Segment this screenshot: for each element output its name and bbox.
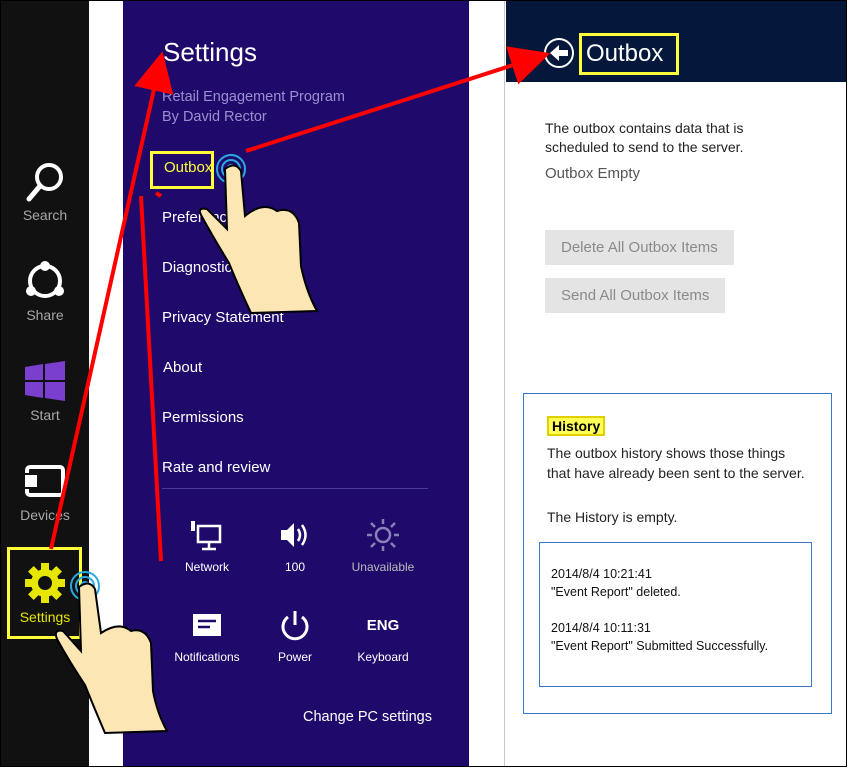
settings-title: Settings [163, 37, 257, 67]
history-title: History [547, 416, 606, 436]
devices-icon [23, 465, 65, 497]
log-timestamp: 2014/8/4 10:11:31 [551, 621, 651, 635]
menu-item-preferences[interactable]: Preferences [162, 209, 243, 226]
quick-setting-network[interactable]: Network [162, 516, 252, 574]
notifications-label: Notifications [174, 650, 240, 664]
menu-item-diagnostics[interactable]: Diagnostics [162, 259, 240, 276]
volume-label: 100 [284, 560, 306, 574]
charm-search-label: Search [22, 207, 68, 223]
log-entry: 2014/8/4 10:11:31 "Event Report" Submitt… [551, 619, 768, 655]
history-description: The outbox history shows those things th… [547, 445, 805, 481]
menu-item-rate-and-review[interactable]: Rate and review [162, 459, 270, 476]
app-name: Retail Engagement Program [162, 89, 345, 105]
outbox-title-highlight [579, 33, 679, 75]
quick-setting-volume[interactable]: 100 [250, 516, 340, 574]
charm-devices[interactable]: Devices [1, 459, 89, 539]
log-message: "Event Report" Submitted Successfully. [551, 639, 769, 653]
send-all-outbox-items-button[interactable]: Send All Outbox Items [545, 278, 726, 313]
charm-devices-label: Devices [20, 507, 70, 523]
outbox-flyout: Outbox The outbox contains data that is … [506, 1, 846, 766]
settings-highlight [7, 547, 82, 639]
gap-strip-2 [469, 1, 505, 766]
charm-search[interactable]: Search [1, 159, 89, 239]
search-icon [26, 163, 63, 202]
quick-setting-power[interactable]: Power [250, 606, 340, 664]
charm-start[interactable]: Start [1, 359, 89, 439]
charms-bar: Search Share Start Devices Settings [1, 1, 89, 766]
network-icon [191, 521, 222, 551]
app-author: By David Rector [162, 109, 267, 125]
menu-item-privacy-statement[interactable]: Privacy Statement [162, 309, 284, 326]
outbox-status: Outbox Empty [545, 165, 641, 182]
outbox-description: The outbox contains data that is schedul… [545, 120, 744, 155]
history-empty-text: The History is empty. [547, 509, 678, 525]
back-arrow-icon [550, 45, 568, 61]
charm-start-label: Start [30, 407, 60, 423]
menu-divider [162, 488, 428, 489]
charm-share-label: Share [26, 307, 64, 323]
windows-logo-icon [25, 361, 65, 401]
power-icon [281, 611, 309, 641]
keyboard-label: Keyboard [357, 650, 409, 664]
history-log: 2014/8/4 10:21:41 "Event Report" deleted… [539, 542, 812, 687]
settings-pane: Settings Retail Engagement Program By Da… [123, 1, 469, 766]
menu-item-permissions[interactable]: Permissions [162, 409, 244, 426]
log-timestamp: 2014/8/4 10:21:41 [551, 567, 652, 581]
history-panel: History The outbox history shows those t… [523, 393, 832, 714]
log-message: "Event Report" deleted. [551, 585, 681, 599]
change-pc-settings-link[interactable]: Change PC settings [303, 709, 432, 725]
volume-icon [281, 523, 307, 547]
quick-setting-brightness[interactable]: Unavailable [338, 516, 428, 574]
notifications-icon [193, 614, 221, 636]
flyout-edge [504, 1, 505, 766]
outbox-highlight [150, 151, 214, 189]
quick-setting-notifications[interactable]: Notifications [162, 606, 252, 664]
charm-share[interactable]: Share [1, 259, 89, 339]
outbox-header: Outbox [506, 1, 846, 82]
network-label: Network [184, 560, 229, 574]
back-button[interactable] [544, 38, 574, 68]
brightness-icon [367, 519, 399, 551]
screenshot-frame: Search Share Start Devices Settings Sett… [0, 0, 847, 767]
gap-strip [89, 1, 123, 766]
share-icon [26, 261, 64, 298]
brightness-label: Unavailable [351, 560, 415, 574]
keyboard-language-text: ENG [366, 617, 400, 634]
delete-all-outbox-items-button[interactable]: Delete All Outbox Items [545, 230, 734, 265]
quick-setting-keyboard[interactable]: ENG Keyboard [338, 606, 428, 664]
menu-item-about[interactable]: About [163, 359, 202, 376]
log-entry: 2014/8/4 10:21:41 "Event Report" deleted… [551, 565, 681, 601]
power-label: Power [277, 650, 312, 664]
